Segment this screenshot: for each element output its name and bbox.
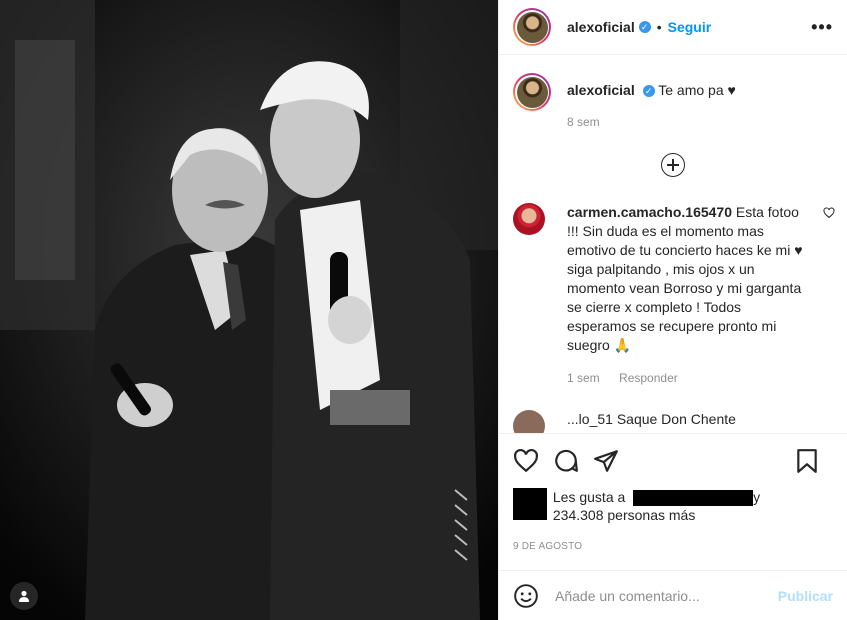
separator-dot: • [656,19,662,35]
heart-icon [514,448,538,473]
post-date[interactable]: 9 DE AGOSTO [513,541,582,552]
commenter-avatar[interactable] [513,410,545,433]
add-comment-bar: Añade un comentario... Publicar [499,570,847,620]
share-button[interactable] [593,448,619,474]
comment-text: ...lo_51 Saque Don Chente [567,411,736,427]
redacted-avatar [513,488,547,520]
author-username[interactable]: alexoficial [567,19,635,35]
comments-section[interactable]: alexoficial ✓ Te amo pa ♥ 8 sem carmen.c… [499,55,847,433]
post-photo[interactable] [0,0,498,620]
follow-button[interactable]: Seguir [668,19,712,35]
likes-count[interactable]: 234.308 personas más [553,507,695,523]
plus-circle-icon[interactable] [661,153,685,177]
concert-photo [0,0,498,620]
action-bar [499,433,847,474]
verified-icon: ✓ [638,21,651,33]
more-icon[interactable]: ••• [811,17,833,38]
user-tag-button[interactable] [10,582,38,610]
caption-time[interactable]: 8 sem [567,113,736,131]
user-tag-icon [19,590,29,602]
publish-button[interactable]: Publicar [778,588,833,604]
caption-avatar[interactable] [513,73,551,111]
likes-prefix: Les gusta a [552,489,626,505]
caption-username[interactable]: alexoficial [567,82,635,98]
comment-button[interactable] [553,448,579,474]
comment-icon [555,449,578,472]
comment-time[interactable]: 1 sem [567,371,600,385]
like-button[interactable] [513,448,539,474]
post-side-panel: alexoficial ✓ • Seguir ••• alexoficial ✓… [498,0,847,620]
comment-item-partial: ...lo_51 Saque Don Chente [499,388,847,433]
save-button[interactable] [795,448,819,474]
comment-text: Esta fotoo !!! Sin duda es el momento ma… [567,204,803,353]
author-avatar[interactable] [513,8,551,46]
post-header: alexoficial ✓ • Seguir ••• [499,0,847,55]
comment-item: carmen.camacho.165470 Esta fotoo !!! Sin… [499,177,847,388]
caption-text: Te amo pa ♥ [658,82,736,98]
comment-input[interactable]: Añade un comentario... [555,588,778,604]
caption: alexoficial ✓ Te amo pa ♥ 8 sem [499,55,847,131]
commenter-username[interactable]: carmen.camacho.165470 [567,204,732,220]
commenter-avatar[interactable] [513,203,545,235]
likes-connector: y [753,489,761,505]
emoji-icon[interactable] [513,583,539,609]
redacted-username [633,490,754,507]
share-icon [594,450,618,472]
reply-button[interactable]: Responder [619,371,678,385]
verified-icon: ✓ [642,85,655,98]
bookmark-icon [797,449,817,473]
likes-summary: Les gusta a y 234.308 personas más [513,488,833,524]
heart-icon[interactable] [823,207,835,219]
